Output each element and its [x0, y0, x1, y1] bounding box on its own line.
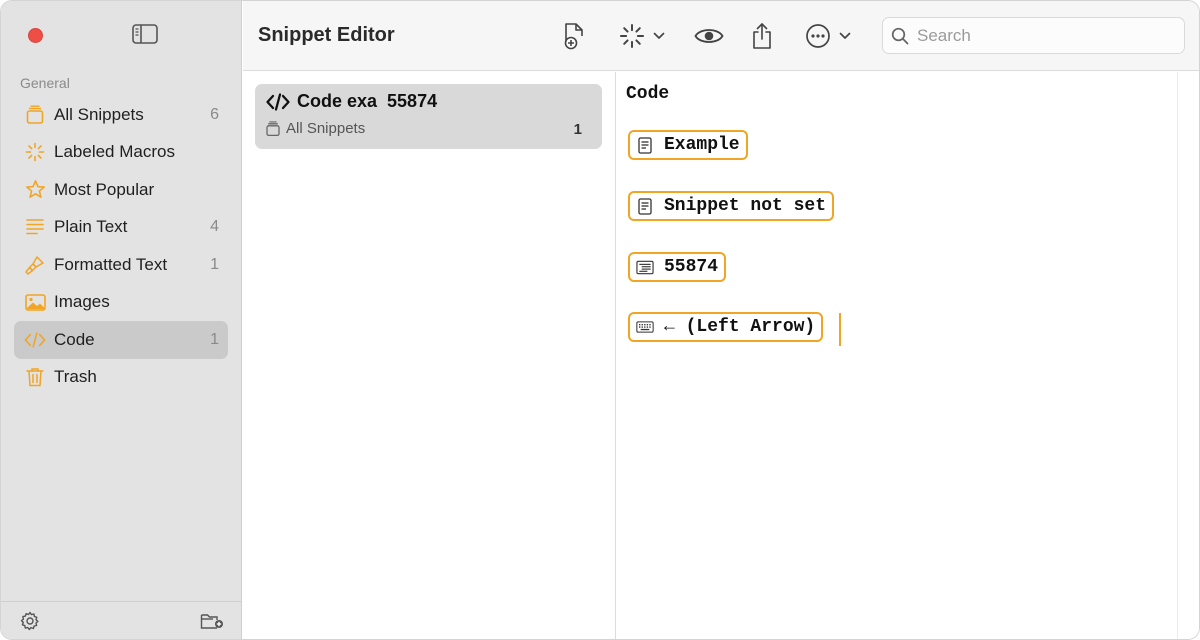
- sidebar-item-label: Labeled Macros: [54, 142, 175, 162]
- text-cursor: [839, 313, 841, 346]
- eye-icon: [694, 29, 724, 43]
- token-label: 55874: [664, 257, 719, 277]
- sidebar-item-count: 1: [210, 255, 219, 273]
- chevron-down-icon: [653, 32, 665, 39]
- snippet-title: Code exa 55874: [265, 91, 437, 112]
- sparkle-icon: [24, 141, 46, 163]
- sidebar-item-plain-text[interactable]: Plain Text 4: [14, 209, 228, 247]
- sidebar-icon: [132, 24, 158, 44]
- app-window: General All Snippets 6 Labeled Macros Mo…: [0, 0, 1200, 640]
- macros-menu-button[interactable]: [617, 20, 667, 52]
- placeholder-token[interactable]: Example: [628, 130, 748, 160]
- document-icon: [636, 197, 654, 215]
- sidebar-item-trash[interactable]: Trash: [14, 359, 228, 397]
- sidebar-item-label: Trash: [54, 367, 97, 387]
- toolbar: Snippet Editor: [243, 1, 1199, 71]
- text-block-icon: [636, 258, 654, 276]
- sidebar-item-most-popular[interactable]: Most Popular: [14, 171, 228, 209]
- ellipsis-circle-icon: [806, 24, 830, 48]
- code-icon: [266, 92, 290, 111]
- lines-icon: [24, 216, 46, 238]
- share-button[interactable]: [750, 20, 774, 52]
- sidebar-item-labeled-macros[interactable]: Labeled Macros: [14, 134, 228, 172]
- sidebar: General All Snippets 6 Labeled Macros Mo…: [1, 1, 242, 639]
- placeholder-token[interactable]: ← (Left Arrow): [628, 312, 824, 342]
- editor-scroll-track[interactable]: [1177, 72, 1199, 639]
- sidebar-nav: All Snippets 6 Labeled Macros Most Popul…: [14, 96, 228, 396]
- new-document-icon: [564, 23, 583, 50]
- token-label: Snippet not set: [664, 196, 827, 216]
- preview-button[interactable]: [693, 20, 725, 52]
- placeholder-token[interactable]: 55874: [628, 252, 727, 282]
- gear-icon[interactable]: [20, 611, 40, 636]
- sparkle-icon: [619, 23, 645, 49]
- token-label: ← (Left Arrow): [664, 317, 816, 337]
- window-title: Snippet Editor: [258, 24, 395, 46]
- sidebar-item-label: Plain Text: [54, 217, 128, 237]
- more-options-button[interactable]: [803, 20, 853, 52]
- editor-title: Code: [626, 84, 670, 104]
- share-icon: [753, 23, 771, 49]
- sidebar-item-label: Most Popular: [54, 179, 155, 199]
- sidebar-footer: [1, 601, 242, 639]
- sidebar-item-label: Code: [54, 329, 95, 349]
- stack-icon: [24, 104, 46, 126]
- sidebar-item-label: All Snippets: [54, 104, 144, 124]
- search-icon: [891, 27, 909, 44]
- sidebar-item-code[interactable]: Code 1: [14, 321, 228, 359]
- placeholder-token[interactable]: Snippet not set: [628, 191, 835, 221]
- snippet-group-label: All Snippets: [286, 120, 366, 137]
- chevron-down-icon: [839, 32, 851, 39]
- star-icon: [24, 179, 46, 201]
- snippet-list: Code exa 55874 All Snippets 1: [243, 72, 616, 639]
- sidebar-item-images[interactable]: Images: [14, 284, 228, 322]
- new-snippet-button[interactable]: [561, 20, 589, 52]
- search-field[interactable]: [882, 17, 1185, 54]
- document-icon: [636, 136, 654, 154]
- snippet-use-count: 1: [573, 121, 582, 138]
- brush-icon: [24, 254, 46, 276]
- sidebar-item-formatted-text[interactable]: Formatted Text 1: [14, 246, 228, 284]
- keyboard-icon: [636, 318, 654, 336]
- trash-icon: [24, 366, 46, 388]
- code-icon: [24, 329, 46, 351]
- stack-icon: [266, 120, 280, 136]
- photo-icon: [24, 291, 46, 313]
- snippet-title-text: Code exa 55874: [297, 91, 438, 111]
- sidebar-item-label: Formatted Text: [54, 254, 168, 274]
- snippet-list-item[interactable]: Code exa 55874 All Snippets 1: [255, 84, 602, 149]
- sidebar-item-label: Images: [54, 292, 110, 312]
- sidebar-item-count: 6: [210, 105, 219, 123]
- snippet-editor[interactable]: Code Example Snippet not set 55874 ← (Le…: [617, 72, 1177, 639]
- close-window-button[interactable]: [28, 28, 43, 43]
- snippet-group: All Snippets: [265, 120, 365, 137]
- sidebar-item-count: 1: [210, 330, 219, 348]
- search-input[interactable]: [917, 25, 1157, 46]
- sidebar-item-all-snippets[interactable]: All Snippets 6: [14, 96, 228, 134]
- token-label: Example: [664, 135, 740, 155]
- sidebar-item-count: 4: [210, 218, 219, 236]
- new-folder-icon[interactable]: [200, 611, 224, 636]
- section-label-general: General: [20, 75, 70, 91]
- sidebar-toggle-button[interactable]: [132, 23, 158, 45]
